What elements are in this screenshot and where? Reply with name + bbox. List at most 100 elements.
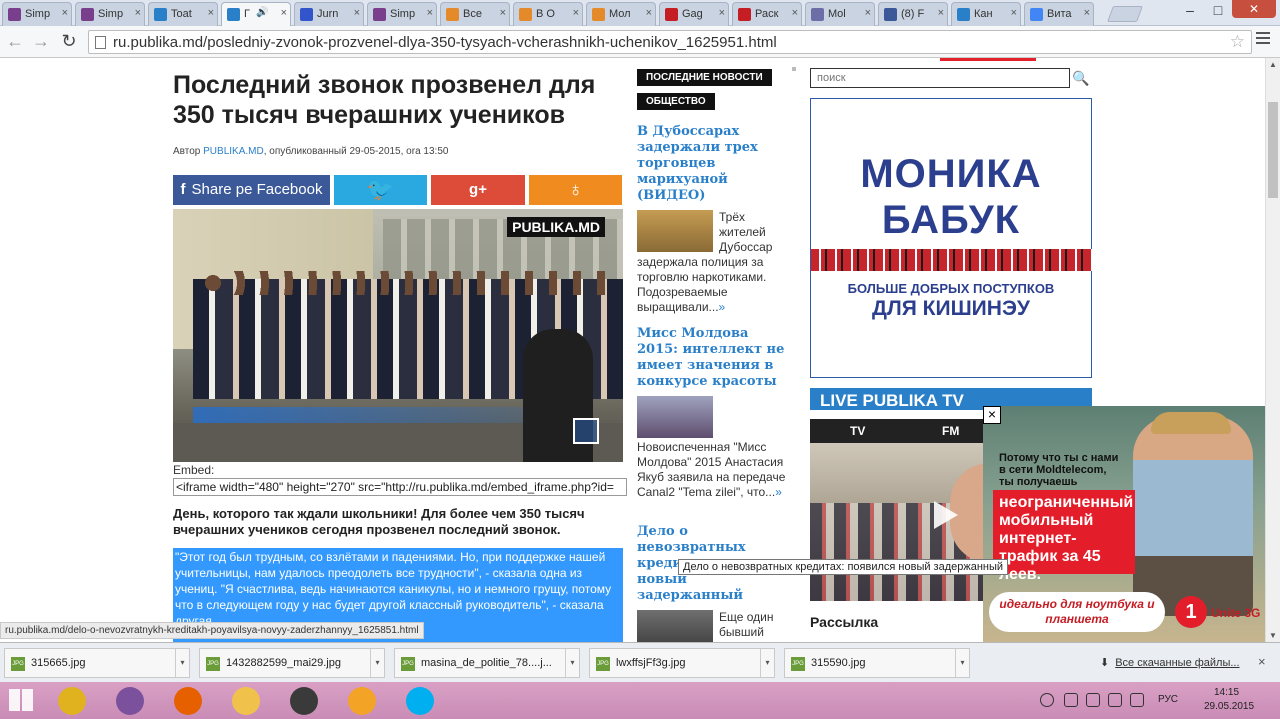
network-icon[interactable]: [1108, 693, 1122, 707]
back-icon[interactable]: ←: [4, 31, 26, 52]
article-video[interactable]: PUBLIKA.MD: [173, 209, 623, 462]
badge-latest-news[interactable]: ПОСЛЕДНИЕ НОВОСТИ: [637, 69, 772, 86]
clock-time[interactable]: 14:15: [1214, 687, 1239, 698]
flag-icon[interactable]: [1064, 693, 1078, 707]
share-gplus-button[interactable]: g+: [431, 175, 525, 205]
download-item[interactable]: JPG 315665.jpg ▾: [4, 648, 190, 678]
tab[interactable]: Вита ×: [1024, 2, 1094, 26]
taskbar-app-firefox[interactable]: [160, 682, 216, 719]
badge-society[interactable]: ОБЩЕСТВО: [637, 93, 715, 110]
share-ok-button[interactable]: ♁: [529, 175, 622, 205]
download-menu-icon[interactable]: ▾: [175, 649, 189, 677]
tab-tv[interactable]: TV: [850, 424, 865, 438]
taskbar-app-skype[interactable]: [392, 682, 448, 719]
author-link[interactable]: PUBLIKA.MD: [203, 146, 264, 157]
play-icon[interactable]: [934, 501, 958, 529]
tab[interactable]: Кан ×: [951, 2, 1021, 26]
taskbar-app-viber[interactable]: [102, 682, 158, 719]
scroll-down-icon[interactable]: ▼: [1269, 631, 1277, 640]
keyboard-language[interactable]: РУС: [1158, 694, 1178, 705]
campaign-banner[interactable]: МОНИКА БАБУК БОЛЬШЕ ДОБРЫХ ПОСТУПКОВ ДЛЯ…: [810, 98, 1093, 378]
moldtelecom-ad[interactable]: Потому что ты с нами в сети Moldtelecom,…: [983, 406, 1265, 642]
firefox-icon: [174, 687, 202, 715]
fullscreen-icon[interactable]: [573, 418, 599, 444]
tab-fm[interactable]: FM: [942, 424, 959, 438]
taskbar-app-explorer[interactable]: [218, 682, 274, 719]
jpg-file-icon: JPG: [11, 657, 25, 671]
close-window-button[interactable]: ✕: [1232, 0, 1276, 18]
tab[interactable]: Simp ×: [2, 2, 72, 26]
tab-close-icon[interactable]: ×: [1084, 7, 1090, 19]
show-all-downloads-link[interactable]: ⬇ Все скачанные файлы...: [1100, 656, 1240, 669]
taskbar-app-chat[interactable]: [334, 682, 390, 719]
search-icon[interactable]: 🔍: [1071, 68, 1091, 88]
read-more-link[interactable]: »: [775, 485, 782, 499]
download-menu-icon[interactable]: ▾: [760, 649, 774, 677]
battery-icon[interactable]: [1086, 693, 1100, 707]
bookmark-star-icon[interactable]: ☆: [1230, 32, 1245, 52]
tab-close-icon[interactable]: ×: [500, 7, 506, 19]
news-thumbnail[interactable]: [637, 610, 713, 642]
scrollbar-thumb[interactable]: [1268, 102, 1278, 198]
start-button[interactable]: [0, 682, 46, 719]
tab[interactable]: Gag ×: [659, 2, 729, 26]
search-input[interactable]: [810, 68, 1070, 88]
menu-icon[interactable]: [1256, 32, 1270, 47]
reload-icon[interactable]: ↻: [58, 31, 80, 52]
tab[interactable]: В О ×: [513, 2, 583, 26]
tab-close-icon[interactable]: ×: [1011, 7, 1017, 19]
tab-close-icon[interactable]: ×: [62, 7, 68, 19]
new-tab-button[interactable]: [1107, 6, 1143, 22]
download-item[interactable]: JPG 315590.jpg ▾: [784, 648, 970, 678]
news-title-link[interactable]: Мисс Молдова 2015: интеллект не имеет зн…: [637, 326, 789, 390]
tab-close-icon[interactable]: ×: [354, 7, 360, 19]
tab[interactable]: Simp ×: [367, 2, 437, 26]
download-item[interactable]: JPG 1432882599_mai29.jpg ▾: [199, 648, 385, 678]
tab-close-icon[interactable]: ×: [573, 7, 579, 19]
tab[interactable]: Все ×: [440, 2, 510, 26]
minimize-button[interactable]: –: [1178, 2, 1202, 18]
download-item[interactable]: JPG masina_de_politie_78....j... ▾: [394, 648, 580, 678]
tab[interactable]: Mol ×: [805, 2, 875, 26]
tab-close-icon[interactable]: ×: [865, 7, 871, 19]
share-facebook-button[interactable]: f Share pe Facebook: [173, 175, 330, 205]
tab[interactable]: Simp ×: [75, 2, 145, 26]
download-item[interactable]: JPG lwxffsjFf3g.jpg ▾: [589, 648, 775, 678]
tray-expand-icon[interactable]: [1040, 693, 1054, 707]
download-menu-icon[interactable]: ▾: [565, 649, 579, 677]
page-icon: [95, 36, 106, 49]
read-more-link[interactable]: »: [719, 300, 726, 314]
taskbar-app-camera[interactable]: [276, 682, 332, 719]
tab-close-icon[interactable]: ×: [938, 7, 944, 19]
page-scrollbar[interactable]: ▲ ▼: [1265, 58, 1280, 642]
scroll-up-icon[interactable]: ▲: [1269, 60, 1277, 69]
close-downloads-button[interactable]: ×: [1258, 654, 1266, 669]
news-thumbnail[interactable]: [637, 210, 713, 252]
forward-icon[interactable]: →: [30, 31, 52, 52]
tab-close-icon[interactable]: ×: [792, 7, 798, 19]
maximize-button[interactable]: □: [1206, 2, 1230, 18]
download-menu-icon[interactable]: ▾: [955, 649, 969, 677]
address-bar[interactable]: ru.publika.md/posledniy-zvonok-prozvenel…: [88, 30, 1252, 54]
tab[interactable]: Раск ×: [732, 2, 802, 26]
tab-close-icon[interactable]: ×: [208, 7, 214, 19]
tab-active[interactable]: Г 🔊 ×: [221, 2, 291, 27]
news-thumbnail[interactable]: [637, 396, 713, 438]
clock-date[interactable]: 29.05.2015: [1204, 701, 1254, 712]
ad-close-button[interactable]: ×: [983, 406, 1001, 424]
tab[interactable]: Jurn ×: [294, 2, 364, 26]
tab[interactable]: Мол ×: [586, 2, 656, 26]
taskbar-app-chrome[interactable]: [44, 682, 100, 719]
download-menu-icon[interactable]: ▾: [370, 649, 384, 677]
volume-icon[interactable]: [1130, 693, 1144, 707]
tab-close-icon[interactable]: ×: [427, 7, 433, 19]
tab-close-icon[interactable]: ×: [135, 7, 141, 19]
embed-code-field[interactable]: [173, 478, 627, 496]
tab[interactable]: (8) F ×: [878, 2, 948, 26]
tab[interactable]: Toat ×: [148, 2, 218, 26]
share-twitter-button[interactable]: 🐦: [334, 175, 427, 205]
tab-close-icon[interactable]: ×: [646, 7, 652, 19]
news-title-link[interactable]: В Дубоссарах задержали трех торговцев ма…: [637, 124, 789, 204]
tab-close-icon[interactable]: ×: [719, 7, 725, 19]
tab-close-icon[interactable]: ×: [281, 7, 287, 19]
